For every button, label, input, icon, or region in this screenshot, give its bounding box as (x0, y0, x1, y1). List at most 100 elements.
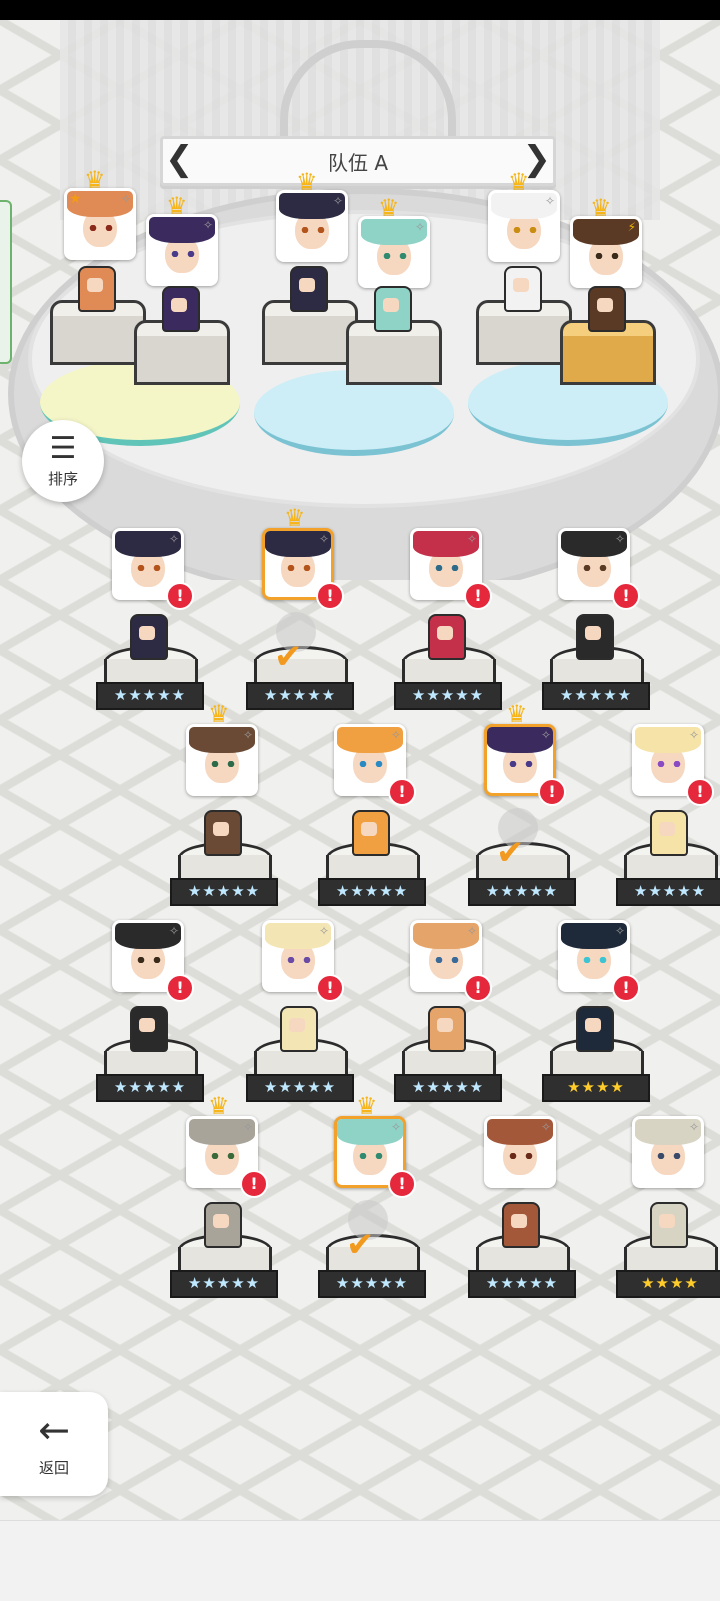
star-rating: ★★★★★ (468, 1270, 576, 1298)
alert-icon: ! (686, 778, 714, 806)
star-rating: ★★★★ (542, 1074, 650, 1102)
party-slot-2[interactable]: ✧ (146, 214, 218, 286)
alert-icon: ! (464, 582, 492, 610)
star-rating: ★★★★★ (246, 682, 354, 710)
pedestal-body (50, 316, 146, 365)
sparkle-icon: ✧ (614, 532, 625, 546)
side-tab[interactable] (0, 200, 12, 364)
roster-character-portrait[interactable]: ✧ (484, 1116, 556, 1188)
sparkle-icon: ✧ (688, 1120, 699, 1134)
alert-icon: ! (612, 582, 640, 610)
pedestal-body (262, 316, 358, 365)
character-eyes (359, 1153, 383, 1159)
crown-icon: ♛ (208, 1092, 230, 1120)
sparkle-icon: ✧ (318, 532, 329, 546)
check-icon: ✔ (274, 637, 303, 677)
character-sprite (162, 286, 200, 332)
sparkle-icon: ✧ (318, 924, 329, 938)
crown-icon: ♛ (208, 700, 230, 728)
arrow-left-icon: ← (38, 1407, 70, 1452)
party-pedestal (134, 320, 234, 400)
sparkle-icon: ✧ (390, 728, 401, 742)
back-button[interactable]: ← 返回 (0, 1392, 108, 1496)
alert-icon: ! (166, 582, 194, 610)
star-rating: ★★★★★ (394, 1074, 502, 1102)
character-eyes (583, 565, 607, 571)
character-eyes (287, 565, 311, 571)
character-eyes (657, 1153, 681, 1159)
sparkle-icon: ✧ (242, 728, 253, 742)
character-eyes (301, 227, 325, 233)
character-sprite (204, 1202, 242, 1248)
prev-team-button[interactable]: ❮ (165, 141, 194, 177)
party-slot-4[interactable]: ✧ (358, 216, 430, 288)
sparkle-icon: ✧ (540, 728, 551, 742)
character-eyes (383, 253, 407, 259)
character-sprite (650, 810, 688, 856)
character-eyes (211, 761, 235, 767)
crown-icon: ♛ (356, 1092, 378, 1120)
check-icon: ✔ (346, 1225, 375, 1265)
star-rating: ★★★★★ (616, 878, 720, 906)
roster-character-portrait[interactable]: ✧ (186, 724, 258, 796)
alert-icon: ! (316, 974, 344, 1002)
character-eyes (137, 565, 161, 571)
pedestal-body (346, 336, 442, 385)
party-slot-6[interactable]: ⚡ (570, 216, 642, 288)
character-eyes (89, 225, 113, 231)
character-sprite (576, 1006, 614, 1052)
sparkle-icon: ✧ (202, 218, 213, 232)
star-rating: ★★★★★ (96, 682, 204, 710)
sort-label: 排序 (47, 469, 78, 488)
party-slot-1[interactable]: ★ ✧ (64, 188, 136, 260)
character-sprite (130, 614, 168, 660)
party-slot-5[interactable]: ✧ (488, 190, 560, 262)
star-icon: ★ (69, 191, 82, 207)
star-rating: ★★★★ (616, 1270, 720, 1298)
star-rating: ★★★★★ (468, 878, 576, 906)
character-sprite (352, 810, 390, 856)
star-rating: ★★★★★ (170, 878, 278, 906)
character-sprite (502, 1202, 540, 1248)
character-eyes (595, 253, 619, 259)
alert-icon: ! (388, 1170, 416, 1198)
alert-icon: ! (388, 778, 416, 806)
check-icon: ✔ (496, 833, 525, 873)
party-pedestal (560, 320, 660, 400)
sparkle-icon: ✧ (168, 924, 179, 938)
sparkle-icon: ✧ (466, 532, 477, 546)
character-eyes (435, 957, 459, 963)
star-rating: ★★★★★ (96, 1074, 204, 1102)
team-title: 队伍 A (327, 150, 389, 175)
character-eyes (211, 1153, 235, 1159)
sort-button[interactable]: ☰ 排序 (22, 420, 104, 502)
alert-icon: ! (612, 974, 640, 1002)
sparkle-icon: ✧ (414, 220, 425, 234)
lightning-icon: ⚡ (627, 220, 636, 234)
character-eyes (657, 761, 681, 767)
sparkle-icon: ✧ (614, 924, 625, 938)
character-eyes (509, 1153, 533, 1159)
character-eyes (137, 957, 161, 963)
status-bar (0, 0, 720, 20)
crown-icon: ♛ (284, 504, 306, 532)
alert-icon: ! (464, 974, 492, 1002)
alert-icon: ! (240, 1170, 268, 1198)
sparkle-icon: ✧ (688, 728, 699, 742)
star-rating: ★★★★★ (246, 1074, 354, 1102)
star-rating: ★★★★★ (170, 1270, 278, 1298)
character-sprite (280, 1006, 318, 1052)
character-eyes (583, 957, 607, 963)
roster-character-portrait[interactable]: ✧ (632, 1116, 704, 1188)
sparkle-icon: ✧ (466, 924, 477, 938)
star-rating: ★★★★★ (394, 682, 502, 710)
character-sprite (650, 1202, 688, 1248)
character-eyes (513, 227, 537, 233)
pedestal-body (560, 336, 656, 385)
pedestal-body (476, 316, 572, 365)
party-slot-3[interactable]: ✧ (276, 190, 348, 262)
character-eyes (435, 565, 459, 571)
star-rating: ★★★★★ (318, 878, 426, 906)
character-sprite (588, 286, 626, 332)
character-sprite (290, 266, 328, 312)
